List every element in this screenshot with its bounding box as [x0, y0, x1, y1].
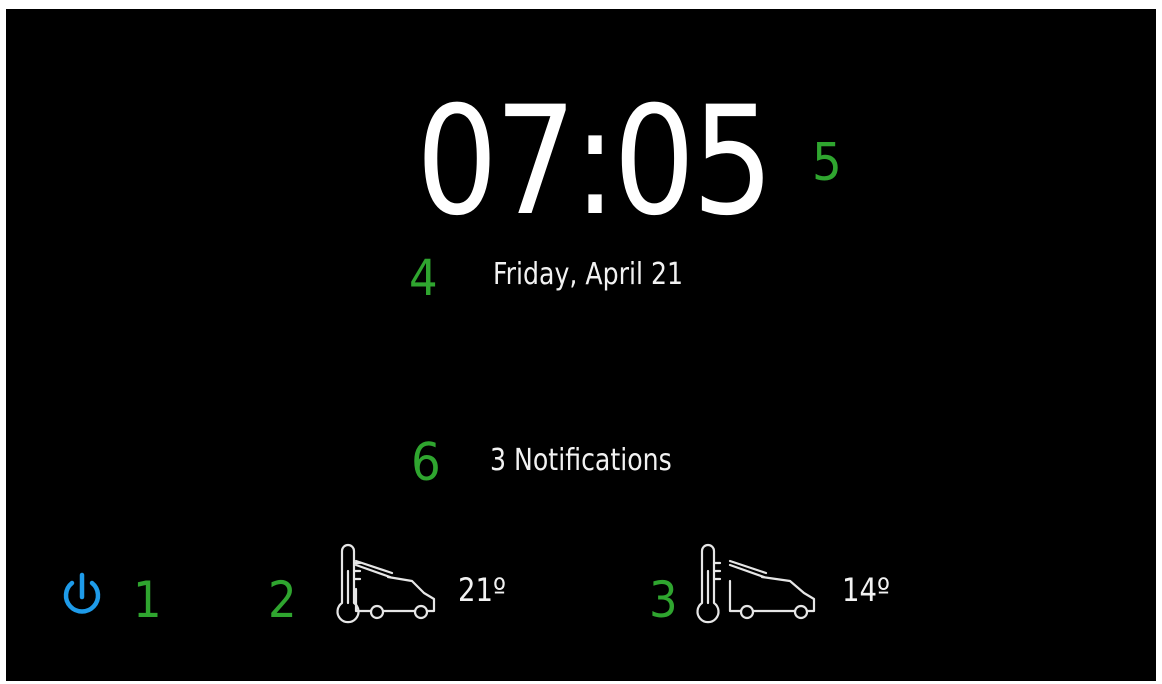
callout-marker-1: 1	[133, 571, 162, 629]
notifications-link[interactable]: 3 Notifications	[490, 443, 672, 478]
power-icon	[63, 572, 101, 614]
climate-left-temperature: 21º	[458, 571, 506, 609]
thermometer-vehicle-icon	[696, 543, 816, 624]
climate-right-temperature: 14º	[842, 571, 890, 609]
callout-marker-5: 5	[812, 133, 842, 193]
thermometer-vehicle-icon	[336, 543, 436, 624]
date-label: Friday, April 21	[493, 257, 684, 292]
climate-left-button[interactable]	[326, 541, 438, 625]
power-button[interactable]	[54, 567, 110, 623]
climate-right-button[interactable]	[686, 541, 820, 625]
lock-screen: 07:05 5 4 Friday, April 21 6 3 Notificat…	[6, 9, 1156, 681]
callout-marker-2: 2	[268, 571, 297, 629]
callout-marker-3: 3	[649, 571, 678, 629]
clock-time: 07:05	[416, 75, 774, 249]
callout-marker-6: 6	[411, 433, 441, 493]
callout-marker-4: 4	[409, 249, 438, 307]
